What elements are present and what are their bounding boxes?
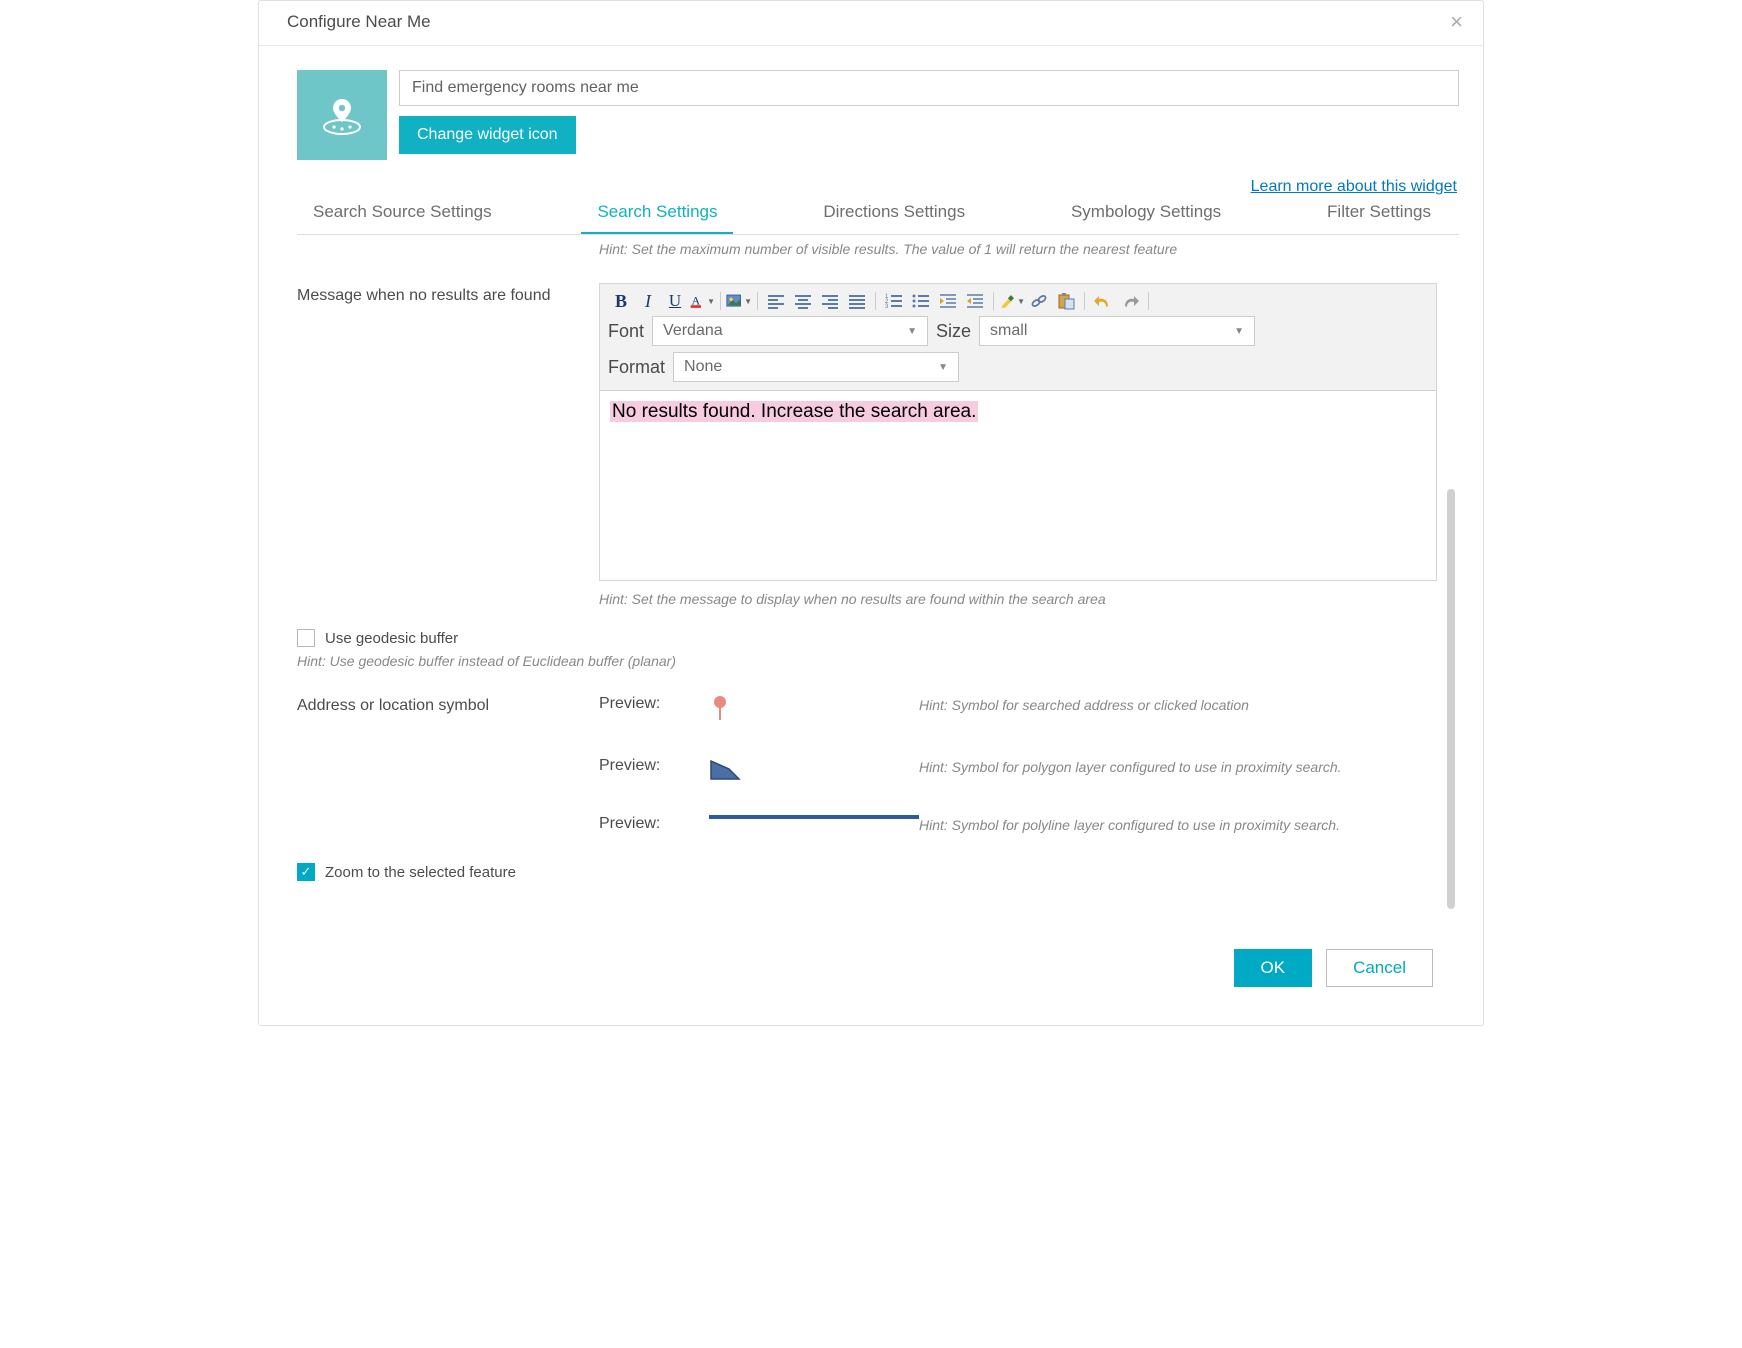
hint-no-results: Hint: Set the message to display when no… (599, 591, 1437, 607)
link-button[interactable] (1026, 290, 1052, 312)
tab-filter-settings[interactable]: Filter Settings (1311, 202, 1447, 234)
font-select[interactable]: Verdana ▼ (652, 316, 928, 346)
zoom-selected-label: Zoom to the selected feature (325, 864, 516, 881)
format-select-value: None (684, 358, 722, 376)
point-symbol-preview[interactable] (709, 695, 919, 723)
symbol-row-polygon: Preview: Hint: Symbol for polygon layer … (599, 757, 1437, 781)
ordered-list-button[interactable]: 123 (881, 290, 907, 312)
hint-geodesic: Hint: Use geodesic buffer instead of Euc… (297, 653, 1437, 669)
hint-max-results: Hint: Set the maximum number of visible … (599, 241, 1437, 257)
editor-body[interactable]: No results found. Increase the search ar… (600, 390, 1436, 580)
preview-label: Preview: (599, 815, 709, 833)
font-select-value: Verdana (663, 322, 723, 340)
tab-bar: Search Source Settings Search Settings D… (297, 202, 1459, 235)
hilite-button[interactable]: ▼ (999, 290, 1025, 312)
editor-text: No results found. Increase the search ar… (610, 401, 978, 422)
hint-polygon-symbol: Hint: Symbol for polygon layer configure… (919, 757, 1437, 775)
underline-button[interactable]: U (662, 290, 688, 312)
bold-button[interactable]: B (608, 290, 634, 312)
format-label: Format (608, 357, 665, 378)
italic-button[interactable]: I (635, 290, 661, 312)
symbol-row-point: Preview: Hint: Symbol for searched addre… (599, 695, 1437, 723)
change-icon-button[interactable]: Change widget icon (399, 116, 576, 154)
widget-title-input[interactable] (399, 70, 1459, 106)
configure-dialog: Configure Near Me × Change widget icon L… (258, 0, 1484, 1026)
symbol-row-line: Preview: Hint: Symbol for polyline layer… (599, 815, 1437, 833)
label-address-symbol: Address or location symbol (297, 695, 599, 833)
chevron-down-icon: ▼ (907, 326, 917, 337)
dialog-footer: OK Cancel (297, 935, 1459, 1005)
pin-icon (709, 695, 731, 723)
cancel-button[interactable]: Cancel (1326, 949, 1433, 987)
editor-container: B I U A▼ ▼ (599, 283, 1437, 607)
undo-button[interactable] (1090, 290, 1116, 312)
indent-button[interactable] (935, 290, 961, 312)
geodesic-checkbox[interactable] (297, 629, 315, 647)
polygon-icon (709, 757, 741, 781)
font-label: Font (608, 321, 644, 342)
hint-line-symbol: Hint: Symbol for polyline layer configur… (919, 815, 1437, 833)
forecolor-button[interactable]: A▼ (689, 290, 715, 312)
align-center-button[interactable] (790, 290, 816, 312)
address-symbol-section: Address or location symbol Preview: Hint… (297, 695, 1437, 833)
tab-symbology-settings[interactable]: Symbology Settings (1055, 202, 1237, 234)
line-icon (709, 815, 919, 819)
learn-more-link[interactable]: Learn more about this widget (1251, 178, 1457, 196)
hint-point-symbol: Hint: Symbol for searched address or cli… (919, 695, 1437, 713)
row-geodesic-buffer: Use geodesic buffer (297, 629, 1437, 647)
dialog-header: Configure Near Me × (259, 1, 1483, 46)
scrollbar-thumb[interactable] (1447, 489, 1455, 909)
chevron-down-icon: ▼ (1234, 326, 1244, 337)
ok-button[interactable]: OK (1234, 949, 1313, 987)
align-justify-button[interactable] (844, 290, 870, 312)
close-icon[interactable]: × (1450, 11, 1463, 33)
row-zoom-selected: ✓ Zoom to the selected feature (297, 863, 1437, 881)
label-no-results-message: Message when no results are found (297, 283, 599, 607)
dialog-title: Configure Near Me (287, 12, 431, 32)
rich-text-editor: B I U A▼ ▼ (599, 283, 1437, 581)
editor-toolbar-format: Format None ▼ (600, 352, 1436, 390)
polygon-symbol-preview[interactable] (709, 757, 919, 781)
preview-label: Preview: (599, 757, 709, 775)
widget-header-right: Change widget icon (399, 70, 1459, 154)
format-select[interactable]: None ▼ (673, 352, 959, 382)
unordered-list-button[interactable] (908, 290, 934, 312)
chevron-down-icon: ▼ (938, 362, 948, 373)
size-select-value: small (990, 322, 1027, 340)
tab-search-settings[interactable]: Search Settings (581, 202, 733, 234)
row-no-results-message: Message when no results are found B I U … (297, 283, 1437, 607)
align-right-button[interactable] (817, 290, 843, 312)
line-symbol-preview[interactable] (709, 815, 919, 819)
dialog-content: Change widget icon Learn more about this… (259, 46, 1483, 1025)
tab-directions-settings[interactable]: Directions Settings (807, 202, 981, 234)
zoom-selected-checkbox[interactable]: ✓ (297, 863, 315, 881)
paste-button[interactable] (1053, 290, 1079, 312)
preview-label: Preview: (599, 695, 709, 713)
svg-text:3: 3 (885, 304, 889, 310)
size-select[interactable]: small ▼ (979, 316, 1255, 346)
tab-source-settings[interactable]: Search Source Settings (297, 202, 508, 234)
size-label: Size (936, 321, 971, 342)
editor-toolbar-font: Font Verdana ▼ Size small ▼ (600, 316, 1436, 352)
insert-image-button[interactable]: ▼ (726, 290, 752, 312)
outdent-button[interactable] (962, 290, 988, 312)
widget-icon-preview[interactable] (297, 70, 387, 160)
settings-scroll-area: Hint: Set the maximum number of visible … (297, 235, 1459, 935)
redo-button[interactable] (1117, 290, 1143, 312)
widget-header-row: Change widget icon (297, 70, 1459, 160)
editor-toolbar-formatting: B I U A▼ ▼ (600, 284, 1436, 316)
geodesic-label: Use geodesic buffer (325, 630, 458, 647)
align-left-button[interactable] (763, 290, 789, 312)
near-me-icon (318, 91, 366, 139)
